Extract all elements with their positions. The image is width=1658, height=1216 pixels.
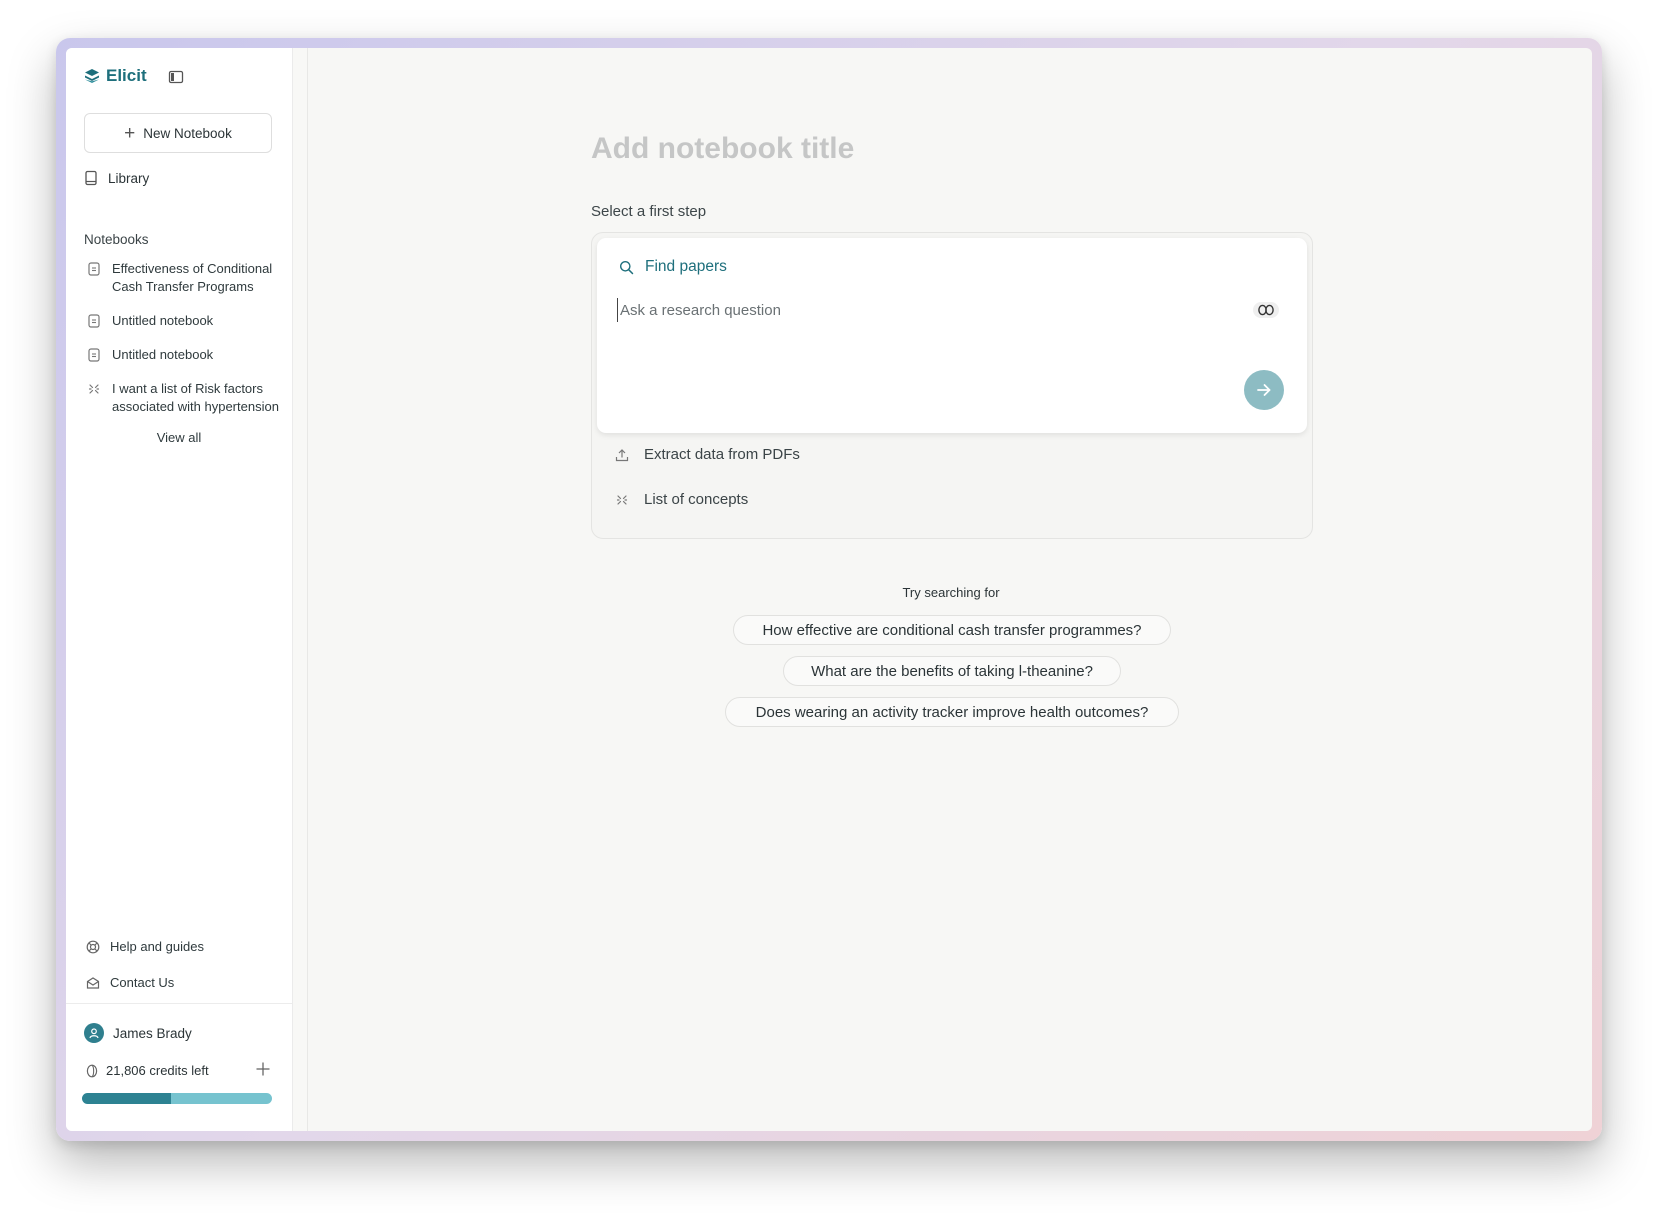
- app-window: Elicit + New Notebook Library Notebooks …: [66, 48, 1592, 1131]
- find-papers-label: Find papers: [645, 258, 727, 275]
- list-of-concepts-label: List of concepts: [644, 491, 749, 508]
- sidebar-divider: [66, 1003, 292, 1004]
- upload-icon: [614, 448, 630, 462]
- select-step-label: Select a first step: [591, 203, 707, 220]
- view-all-notebooks-link[interactable]: View all: [66, 430, 292, 445]
- first-step-card: Find papers Ask a research question Extr…: [591, 232, 1313, 539]
- notebook-icon: [86, 260, 102, 278]
- notebook-item[interactable]: Untitled notebook: [86, 346, 282, 364]
- notebook-icon: [86, 312, 102, 330]
- concepts-icon: [86, 380, 102, 398]
- notebook-title: Untitled notebook: [112, 347, 214, 362]
- lifebuoy-icon: [86, 940, 100, 953]
- help-guides-link[interactable]: Help and guides: [86, 939, 204, 954]
- concepts-icon: [614, 494, 630, 506]
- notebook-icon: [86, 346, 102, 364]
- credits-text: 21,806 credits left: [106, 1063, 209, 1078]
- extract-data-label: Extract data from PDFs: [644, 446, 800, 463]
- notebook-title: Untitled notebook: [112, 313, 214, 328]
- elicit-logo-icon: [85, 69, 99, 83]
- find-papers-card[interactable]: Find papers: [597, 238, 1307, 433]
- notebook-title: Effectiveness of Conditional Cash Transf…: [112, 261, 273, 294]
- suggestion-chip[interactable]: How effective are conditional cash trans…: [733, 615, 1171, 645]
- new-notebook-label: New Notebook: [143, 125, 232, 141]
- add-credits-button[interactable]: [252, 1058, 274, 1080]
- suggestion-chip[interactable]: Does wearing an activity tracker improve…: [725, 697, 1179, 727]
- suggestion-chip[interactable]: What are the benefits of taking l-theani…: [783, 656, 1121, 686]
- help-label: Help and guides: [110, 939, 204, 954]
- user-icon: [89, 1028, 99, 1039]
- notebook-item[interactable]: Untitled notebook: [86, 312, 282, 330]
- credits-progress-fill: [82, 1093, 172, 1104]
- find-papers-header[interactable]: Find papers: [619, 258, 727, 276]
- user-name: James Brady: [113, 1025, 192, 1041]
- notebook-item[interactable]: I want a list of Risk factors associated…: [86, 380, 282, 416]
- new-notebook-button[interactable]: + New Notebook: [84, 113, 272, 153]
- coin-icon: [86, 1064, 98, 1077]
- research-question-input[interactable]: [617, 298, 1222, 322]
- plus-icon: +: [124, 122, 136, 144]
- library-label: Library: [108, 170, 150, 186]
- notebook-title-input[interactable]: Add notebook title: [591, 132, 854, 166]
- avatar: [84, 1023, 104, 1043]
- mail-icon: [86, 976, 100, 989]
- main-content: Add notebook title Select a first step F…: [308, 48, 1592, 1131]
- brand-name: Elicit: [106, 66, 147, 85]
- library-link[interactable]: Library: [84, 170, 149, 186]
- brand[interactable]: Elicit: [84, 66, 147, 86]
- notebook-title: I want a list of Risk factors associated…: [112, 381, 279, 414]
- contact-us-link[interactable]: Contact Us: [86, 975, 174, 990]
- sidebar: Elicit + New Notebook Library Notebooks …: [66, 48, 293, 1131]
- contact-label: Contact Us: [110, 975, 175, 990]
- credits-display: 21,806 credits left: [86, 1063, 209, 1078]
- search-icon: [620, 260, 634, 274]
- try-searching-label: Try searching for: [902, 585, 1000, 600]
- list-of-concepts-option[interactable]: List of concepts: [614, 491, 748, 508]
- toggle-icon: [1258, 304, 1274, 316]
- plus-icon: [256, 1062, 270, 1076]
- submit-question-button[interactable]: [1244, 370, 1284, 410]
- book-icon: [85, 170, 97, 186]
- user-account[interactable]: James Brady: [84, 1023, 192, 1043]
- notebooks-heading: Notebooks: [84, 232, 149, 247]
- credits-progress-bar: [82, 1093, 272, 1104]
- extract-data-option[interactable]: Extract data from PDFs: [614, 446, 800, 463]
- collapse-sidebar-button[interactable]: [167, 68, 185, 86]
- sidebar-gutter: [293, 48, 308, 1131]
- notebook-item[interactable]: Effectiveness of Conditional Cash Transf…: [86, 260, 282, 296]
- window-frame: Elicit + New Notebook Library Notebooks …: [56, 38, 1602, 1141]
- search-mode-toggle[interactable]: [1253, 302, 1279, 318]
- arrow-right-icon: [1257, 384, 1271, 396]
- sidebar-toggle-icon: [168, 70, 184, 84]
